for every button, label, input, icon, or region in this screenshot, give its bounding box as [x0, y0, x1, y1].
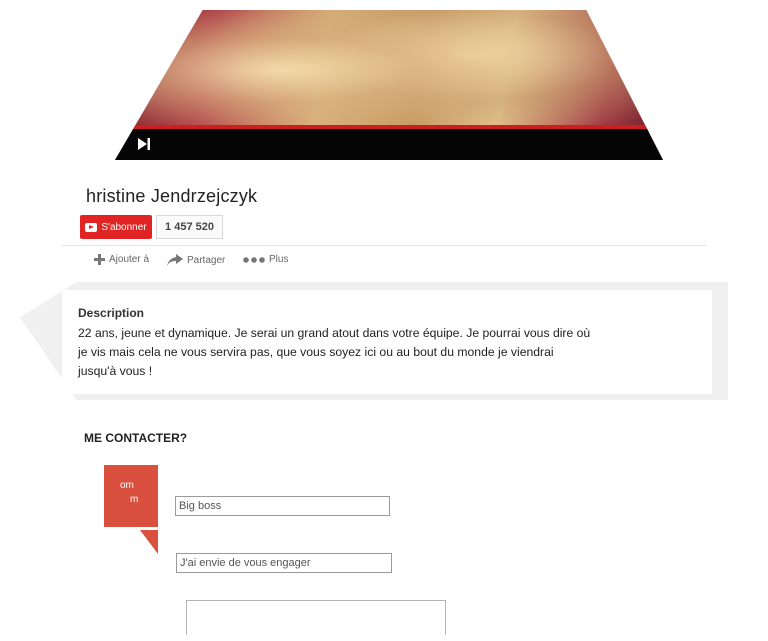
share-label: Partager	[187, 254, 226, 266]
add-to-button[interactable]: Ajouter à	[94, 254, 149, 265]
video-controls-bar	[115, 129, 663, 160]
more-label: Plus	[269, 254, 289, 265]
label-fragment: m	[130, 494, 139, 505]
plus-icon	[94, 254, 105, 265]
message-field[interactable]	[186, 600, 446, 635]
divider	[62, 245, 707, 246]
description-line: jusqu'à vous !	[78, 364, 153, 378]
contact-heading: ME CONTACTER?	[84, 431, 188, 445]
label-fragment: om	[120, 480, 134, 491]
more-dots-icon	[243, 256, 265, 263]
skip-next-icon[interactable]	[137, 137, 151, 151]
description-text: 22 ans, jeune et dynamique. Je serai un …	[78, 324, 638, 381]
share-button[interactable]: Partager	[167, 254, 225, 266]
description-line: je vis mais cela ne vous servira pas, qu…	[78, 345, 554, 359]
add-to-label: Ajouter à	[109, 254, 150, 265]
channel-name: hristine Jendrzejczyk	[86, 186, 258, 206]
subject-field[interactable]	[176, 553, 392, 573]
description-heading: Description	[78, 306, 145, 320]
description-line: 22 ans, jeune et dynamique. Je serai un …	[78, 326, 591, 340]
subscriber-count: 1 457 520	[156, 215, 223, 239]
contact-label-text: om m	[118, 479, 138, 507]
share-arrow-icon	[167, 254, 183, 266]
contact-label-shape	[140, 530, 158, 554]
more-button[interactable]: Plus	[243, 254, 288, 265]
video-player[interactable]	[115, 10, 663, 160]
subscribe-label: S'abonner	[101, 221, 147, 233]
name-field[interactable]	[175, 496, 390, 516]
youtube-play-icon	[85, 222, 98, 232]
contact-label-shape: om m	[104, 465, 158, 527]
subscribe-button[interactable]: S'abonner	[80, 215, 152, 239]
